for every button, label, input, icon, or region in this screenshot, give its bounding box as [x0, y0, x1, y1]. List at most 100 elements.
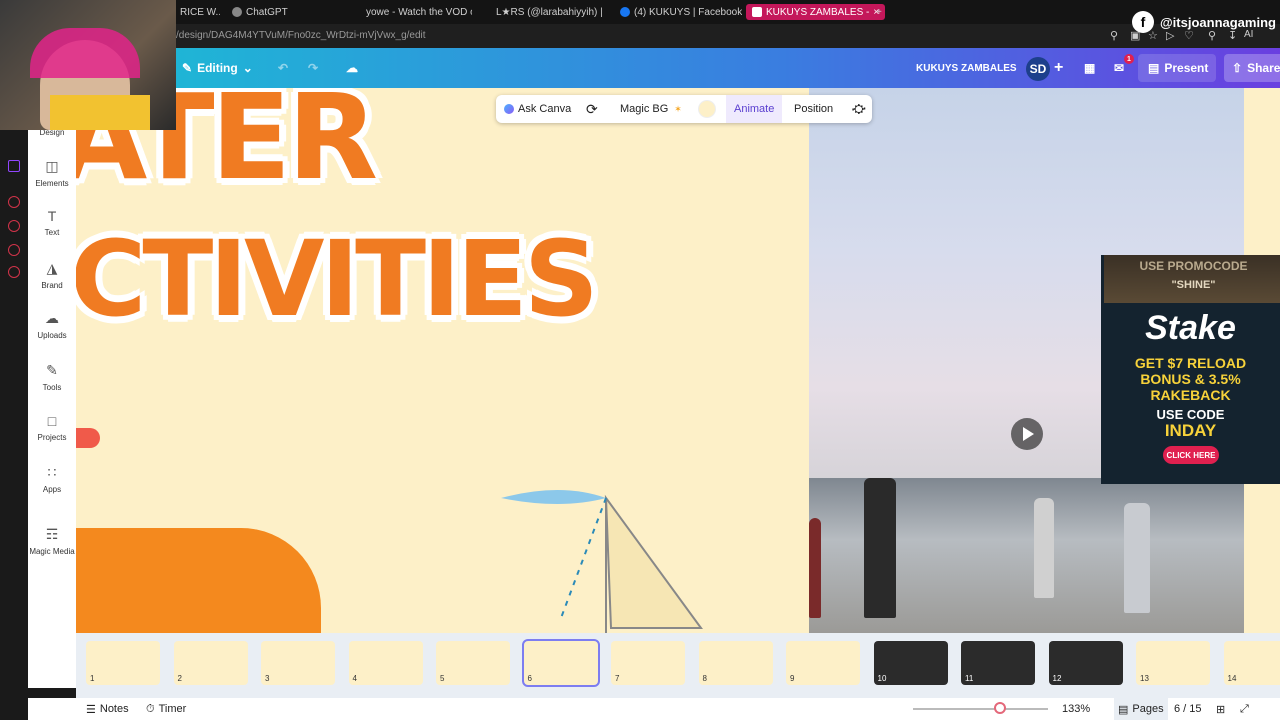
undo-icon: ↶ [278, 61, 289, 75]
cloud-save-button[interactable]: ☁ [346, 48, 358, 88]
ad-click-button[interactable]: CLICK HERE [1163, 446, 1219, 464]
upload-icon: ☁ [45, 310, 59, 326]
paint-format-button[interactable]: ⛮ [852, 95, 866, 123]
elements-icon: ◫ [45, 158, 59, 174]
page-thumbnail[interactable]: 8 [698, 641, 773, 685]
color-swatch-button[interactable] [698, 95, 716, 123]
undo-button[interactable]: ↶ [278, 48, 288, 88]
page-thumbnail[interactable]: 6 [521, 639, 600, 687]
editing-mode-button[interactable]: ✎ Editing ⌄ [182, 48, 253, 88]
new-tab-button[interactable]: + [876, 4, 882, 20]
page-thumbnail[interactable]: 2 [173, 641, 248, 685]
page-number: 10 [877, 674, 887, 683]
person-figure [809, 518, 821, 618]
browser-tab[interactable]: RICE W... [180, 4, 220, 20]
pin-icon[interactable]: ⚲ [1110, 29, 1118, 42]
sidebar-item-tools[interactable]: ✎ Tools [28, 362, 76, 392]
page-thumbnail[interactable]: 12 [1048, 641, 1123, 685]
page-number: 8 [702, 674, 707, 683]
sparkle-icon: ✶ [674, 103, 682, 114]
page-thumbnail[interactable]: 14 [1223, 641, 1280, 685]
add-collaborator-button[interactable]: + [1054, 48, 1063, 88]
page-number: 2 [177, 674, 182, 683]
avatar[interactable]: SD [1026, 57, 1050, 81]
design-canvas[interactable]: ATER CTIVITIES [76, 88, 1280, 633]
page-counter: 6 / 15 [1174, 703, 1202, 715]
redo-button[interactable]: ↷ [308, 48, 318, 88]
magic-bg-button[interactable]: Magic BG ✶ [620, 95, 682, 123]
page-thumbnail[interactable]: 3 [261, 641, 335, 685]
page-number: 3 [265, 674, 270, 683]
timer-icon: ⏱ [146, 702, 155, 715]
sidebar-item-apps[interactable]: ∷ Apps [28, 464, 76, 494]
slide-title-line2[interactable]: CTIVITIES [76, 218, 599, 340]
zoom-slider-handle[interactable] [994, 702, 1006, 714]
page-thumbnail[interactable]: 10 [873, 641, 948, 685]
browser-tab[interactable]: L★RS (@larabahiyyih) | T [492, 4, 604, 20]
sidebar-item-uploads[interactable]: ☁ Uploads [28, 310, 76, 340]
page-number: 7 [615, 674, 620, 683]
timer-button[interactable]: ⏱ Timer [146, 698, 186, 720]
replace-button[interactable]: ⟳ [586, 95, 598, 123]
comments-button[interactable]: ✉ 1 [1114, 48, 1134, 88]
person-figure [1034, 498, 1054, 598]
present-icon: ▤ [1148, 61, 1160, 75]
cloud-check-icon: ☁ [346, 61, 358, 75]
surfboard-shape[interactable] [76, 528, 321, 633]
sidebar-item-projects[interactable]: □ Projects [28, 413, 76, 442]
page-thumbnail[interactable]: 7 [611, 641, 685, 685]
person-figure [864, 478, 896, 618]
page-thumbnail[interactable]: 5 [436, 641, 510, 685]
video-play-button[interactable] [1011, 418, 1043, 450]
page-thumbnail[interactable]: 11 [961, 641, 1035, 685]
sidebar-item-brand[interactable]: ◮ Brand [28, 260, 76, 290]
brand-icon: ◮ [46, 260, 58, 276]
page-thumbnail[interactable]: 1 [86, 641, 160, 685]
pages-icon: ▤ [1118, 703, 1129, 716]
page-filmstrip: 1 2 3 4 5 6 7 8 9 10 11 12 13 14 [76, 633, 1280, 698]
zoom-level[interactable]: 133% [1062, 698, 1090, 720]
browser-tab[interactable]: ChatGPT [232, 4, 288, 20]
person-figure [1124, 503, 1150, 613]
notes-icon: ☰ [86, 703, 96, 716]
ask-canva-button[interactable]: Ask Canva [504, 95, 571, 123]
sailboat-graphic[interactable] [501, 488, 731, 633]
sidebar-item-magic-media[interactable]: ☶ Magic Media [28, 526, 76, 556]
page-number: 14 [1227, 674, 1237, 683]
position-button[interactable]: Position [794, 95, 833, 123]
color-swatch [698, 100, 716, 118]
page-thumbnail[interactable]: 9 [786, 641, 860, 685]
page-number: 9 [790, 674, 795, 683]
promo-banner: USE PROMOCODE "SHINE" [1104, 255, 1280, 303]
pen-icon: ✎ [46, 362, 58, 378]
notes-button[interactable]: ☰ Notes [86, 698, 129, 720]
decorative-shape [76, 428, 100, 448]
fullscreen-button[interactable]: ⤢ [1240, 698, 1249, 720]
sidebar-item-text[interactable]: T Text [28, 208, 76, 237]
page-number: 11 [965, 674, 974, 683]
sidebar-item-elements[interactable]: ◫ Elements [28, 158, 76, 188]
editor-sidebar: ◫ Elements T Text ◮ Brand ☁ Uploads ✎ Tools □… [28, 88, 76, 688]
redo-icon: ↷ [308, 61, 319, 75]
browser-tab-active[interactable]: KUKUYS ZAMBALES - × [746, 4, 886, 20]
animate-button[interactable]: Animate [726, 95, 783, 123]
shirt-shape [50, 95, 150, 130]
present-button[interactable]: ▤ Present [1138, 54, 1216, 82]
page-number: 1 [90, 674, 95, 683]
magic-media-icon: ☶ [45, 526, 59, 542]
insights-button[interactable]: ▦ [1084, 48, 1095, 88]
pages-button[interactable]: ▤ Pages [1114, 698, 1168, 720]
refresh-icon: ⟳ [586, 100, 598, 117]
zoom-slider[interactable] [913, 702, 1048, 714]
share-button[interactable]: ⇧ Share [1224, 54, 1280, 82]
page-number: 4 [352, 674, 357, 683]
streamer-watermark: f @itsjoannagaming [1132, 8, 1276, 36]
document-title[interactable]: KUKUYS ZAMBALES [916, 48, 1017, 88]
url-text[interactable]: /design/DAG4M4YTVuM/Fno0zc_WrDtzi-mVjVwx… [176, 30, 426, 41]
grid-view-button[interactable]: ⊞ [1216, 698, 1225, 720]
page-thumbnail[interactable]: 13 [1136, 641, 1210, 685]
browser-tab[interactable]: (4) KUKUYS | Facebook [620, 4, 742, 20]
page-thumbnail[interactable]: 4 [348, 641, 423, 685]
browser-tab[interactable]: yowe - Watch the VOD on [362, 4, 472, 20]
share-icon: ⇧ [1232, 61, 1243, 75]
